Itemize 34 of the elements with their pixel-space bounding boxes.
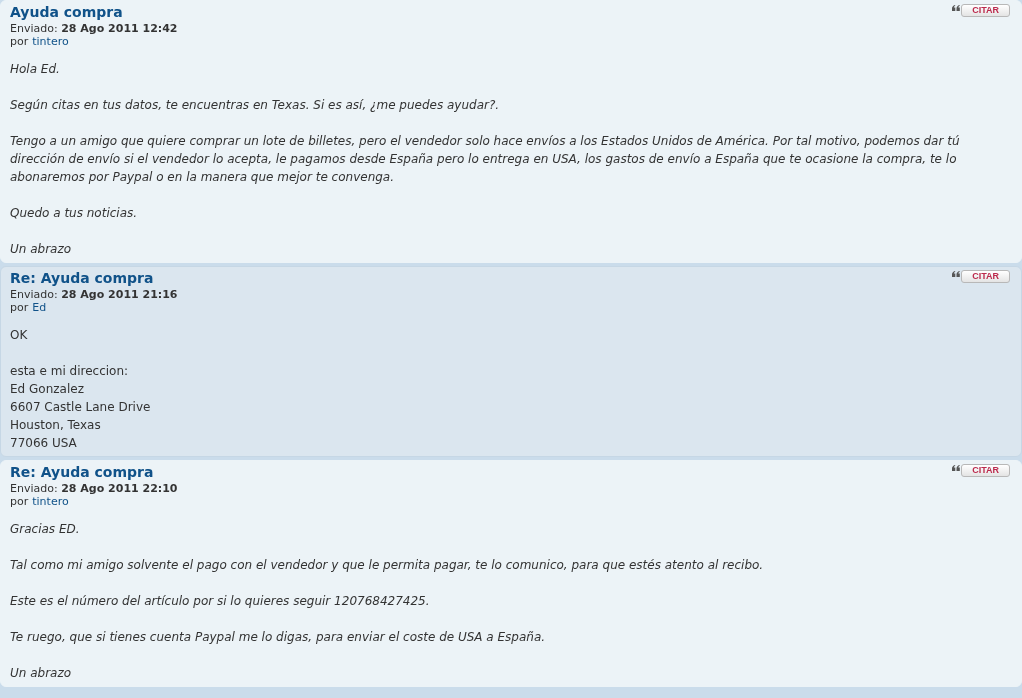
post-text: Tengo a un amigo que quiere comprar un lote de billetes, pero el vendedor solo hace envíos a los Estados Unidos de América. Por tal motivo, podemos dar tú dirección de envío si el vendedor lo acepta, le pagamos desde España pero lo entrega en USA, los gastos de envío a España que te ocasione la compra, te lo abonaremos por Paypal o en la manera que mejor te convenga.	[10, 133, 961, 186]
post-text: Gracias ED.	[10, 521, 81, 538]
quote-icon	[952, 271, 961, 277]
post-text: Houston, Texas	[10, 417, 102, 434]
post-date: Enviado: 28 Ago 2011 22:10	[10, 482, 179, 495]
by-label: por	[10, 35, 29, 48]
post-text: Este es el número del artículo por si lo quieres seguir 120768427425.	[10, 593, 431, 610]
post-text: Hola Ed.	[10, 61, 61, 78]
quote-button[interactable]: CITAR	[961, 4, 1010, 17]
post-text: Tal como mi amigo solvente el pago con el vendedor y que le permita pagar, te lo comunico, para que estés atento al recibo.	[10, 557, 765, 574]
author-link[interactable]: Ed	[32, 301, 47, 314]
post-title[interactable]: Re: Ayuda compra	[10, 463, 154, 481]
quote-icon	[952, 465, 961, 471]
quote-button[interactable]: CITAR	[961, 270, 1010, 283]
post-text: esta e mi direccion:	[10, 363, 130, 380]
post-title[interactable]: Re: Ayuda compra	[10, 269, 154, 287]
author-link[interactable]: tintero	[32, 495, 69, 508]
post-text: Quedo a tus noticias.	[10, 205, 139, 222]
post-date: Enviado: 28 Ago 2011 21:16	[10, 288, 179, 301]
post-text: 77066 USA	[10, 435, 78, 452]
quote-icon	[952, 5, 961, 11]
post-text: Un abrazo	[10, 665, 73, 682]
author-link[interactable]: tintero	[32, 35, 69, 48]
quote-button[interactable]: CITAR	[961, 464, 1010, 477]
by-label: por	[10, 495, 29, 508]
post-text: Según citas en tus datos, te encuentras en Texas. Si es así, ¿me puedes ayudar?.	[10, 97, 501, 114]
by-label: por	[10, 301, 29, 314]
post-date: Enviado: 28 Ago 2011 12:42	[10, 22, 179, 35]
post-text: 6607 Castle Lane Drive	[10, 399, 152, 416]
post-title[interactable]: Ayuda compra	[10, 3, 123, 21]
post-text: Te ruego, que si tienes cuenta Paypal me lo digas, para enviar el coste de USA a España.	[10, 629, 547, 646]
post-text: OK	[10, 327, 29, 344]
post-text: Un abrazo	[10, 241, 73, 258]
post-text: Ed Gonzalez	[10, 381, 85, 398]
